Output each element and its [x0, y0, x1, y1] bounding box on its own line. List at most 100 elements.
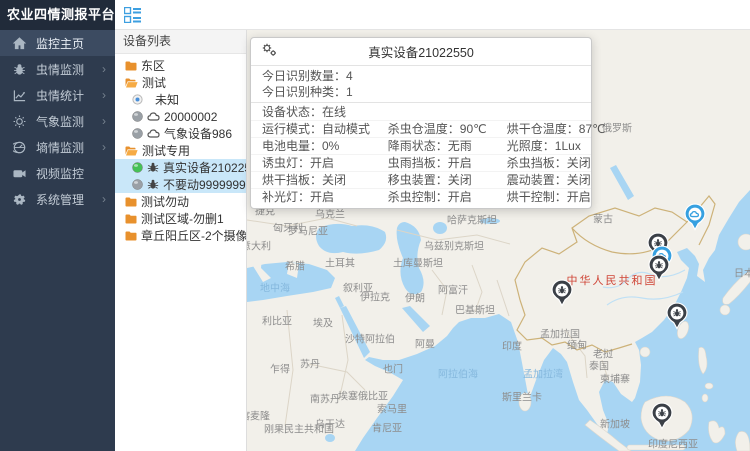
status-dot [132, 179, 143, 190]
insect-device-icon [147, 162, 159, 173]
device-tree: 东区测试未知 20000002气象设备986测试专用真实设备21022550不要动… [115, 54, 246, 244]
chevron-right-icon: › [102, 88, 106, 102]
video-icon [12, 166, 26, 180]
sidebar-item-label: 虫情监测 [36, 61, 102, 78]
popup-field: 移虫装置：关闭 [377, 171, 496, 188]
device-tree-item[interactable]: 不要动99999999 [115, 176, 246, 193]
device-label: 20000002 [164, 110, 217, 124]
radio-icon[interactable] [132, 94, 143, 105]
sidebar-item-4[interactable]: 墒情监测› [0, 134, 115, 160]
popup-stats: 今日识别数量：4今日识别种类：1 [251, 66, 591, 103]
popup-title: 真实设备21022550 [279, 42, 563, 61]
popup-field: 虫雨挡板：开启 [377, 154, 496, 171]
weather-device-marker[interactable] [684, 203, 706, 231]
insect-device-icon [147, 179, 159, 190]
sidebar-item-label: 系统管理 [36, 191, 102, 208]
insect-device-marker[interactable] [651, 402, 673, 430]
popup-stat: 今日识别种类：1 [251, 84, 591, 100]
sidebar-item-label: 气象监测 [36, 113, 102, 130]
popup-field: 烘干控制：开启 [496, 188, 591, 205]
popup-field: 震动装置：关闭 [496, 171, 591, 188]
sidebar-item-1[interactable]: 虫情监测› [0, 56, 115, 82]
chart-icon [12, 88, 26, 102]
sidebar-item-0[interactable]: 监控主页 [0, 30, 115, 56]
folder-icon [125, 214, 137, 224]
insect-device-marker[interactable] [648, 254, 670, 282]
sidebar-item-label: 视频监控 [36, 165, 103, 182]
folder-open-icon [125, 146, 138, 156]
device-label: 真实设备21022550 [163, 159, 246, 176]
sidebar-menu: 监控主页 虫情监测›虫情统计›气象监测›墒情监测›视频监控 系统管理› [0, 30, 115, 212]
top-toolbar [115, 0, 750, 30]
device-label: 气象设备986 [164, 125, 232, 142]
device-list-header: 设备列表 [115, 30, 246, 54]
device-tree-item[interactable]: 气象设备986 [115, 125, 246, 142]
device-tree-item[interactable]: 测试 [115, 74, 246, 91]
tree-toggle-icon[interactable] [124, 7, 141, 23]
app-title: 农业四情测报平台 [0, 0, 115, 30]
status-dot [132, 111, 143, 122]
device-tree-item[interactable]: 测试专用 [115, 142, 246, 159]
device-status: 设备状态：在线 [251, 104, 591, 120]
popup-field: 补光灯：开启 [251, 188, 377, 205]
insect-icon [12, 62, 26, 76]
settings-cogs-icon[interactable] [261, 43, 279, 60]
folder-icon [125, 197, 137, 207]
weather-device-icon [147, 129, 160, 138]
device-list-panel: 设备列表 东区测试未知 20000002气象设备986测试专用真实设备210225… [115, 30, 247, 451]
popup-detail-grid: 设备状态：在线运行模式：自动模式杀虫仓温度：90℃烘干仓温度：87℃ 电池电量：0… [251, 103, 591, 208]
popup-stat: 今日识别数量：4 [251, 68, 591, 84]
home-icon [12, 36, 26, 50]
folder-icon [125, 231, 137, 241]
device-tree-item[interactable]: 章丘阳丘区-2个摄像头 [115, 227, 246, 244]
device-label: 东区 [141, 57, 165, 74]
device-tree-item[interactable]: 真实设备21022550 [115, 159, 246, 176]
sidebar-item-2[interactable]: 虫情统计› [0, 82, 115, 108]
device-label: 未知 [155, 91, 179, 108]
globe-icon [12, 140, 26, 154]
sidebar-item-3[interactable]: 气象监测› [0, 108, 115, 134]
chevron-right-icon: › [102, 192, 106, 206]
popup-field: 杀虫挡板：关闭 [496, 154, 591, 171]
device-tree-item[interactable]: 未知 [115, 91, 246, 108]
chevron-right-icon: › [102, 114, 106, 128]
sidebar-item-label: 虫情统计 [36, 87, 102, 104]
popup-field: 光照度：1Lux [496, 137, 591, 154]
popup-field: 降雨状态：无雨 [377, 137, 496, 154]
sun-icon [12, 114, 26, 128]
popup-field: 杀虫控制：开启 [377, 188, 496, 205]
sidebar-item-label: 墒情监测 [36, 139, 102, 156]
popup-field: 运行模式：自动模式 [251, 120, 377, 137]
gear-icon [12, 192, 26, 206]
insect-device-marker[interactable] [666, 302, 688, 330]
popup-header: 真实设备21022550 [251, 38, 591, 66]
folder-open-icon [125, 78, 138, 88]
status-dot [132, 128, 143, 139]
popup-field: 诱虫灯：开启 [251, 154, 377, 171]
device-label: 测试 [142, 74, 166, 91]
device-label: 测试勿动 [141, 193, 189, 210]
chevron-right-icon: › [102, 62, 106, 76]
device-label: 测试区域-勿删1 [141, 210, 224, 227]
device-tree-item[interactable]: 测试勿动 [115, 193, 246, 210]
popup-field: 杀虫仓温度：90℃ [377, 120, 496, 137]
weather-device-icon [147, 112, 160, 121]
popup-field: 电池电量：0% [251, 137, 377, 154]
device-tree-item[interactable]: 东区 [115, 57, 246, 74]
chevron-right-icon: › [102, 140, 106, 154]
insect-device-marker[interactable] [551, 279, 573, 307]
popup-field: 烘干挡板：关闭 [251, 171, 377, 188]
device-tree-item[interactable]: 20000002 [115, 108, 246, 125]
app-window: 农业四情测报平台 监控主页 虫情监测›虫情统计›气象监测›墒情监测›视频监控 系… [0, 0, 750, 451]
device-info-popup: 真实设备21022550 今日识别数量：4今日识别种类：1 设备状态：在线运行模… [250, 37, 592, 209]
sidebar: 农业四情测报平台 监控主页 虫情监测›虫情统计›气象监测›墒情监测›视频监控 系… [0, 0, 115, 451]
sidebar-item-6[interactable]: 系统管理› [0, 186, 115, 212]
popup-field: 烘干仓温度：87℃ [496, 120, 591, 137]
status-dot [132, 162, 143, 173]
device-label: 章丘阳丘区-2个摄像头 [141, 227, 246, 244]
device-label: 测试专用 [142, 142, 190, 159]
sidebar-item-label: 监控主页 [36, 35, 103, 52]
device-tree-item[interactable]: 测试区域-勿删1 [115, 210, 246, 227]
device-label: 不要动99999999 [163, 176, 246, 193]
sidebar-item-5[interactable]: 视频监控 [0, 160, 115, 186]
